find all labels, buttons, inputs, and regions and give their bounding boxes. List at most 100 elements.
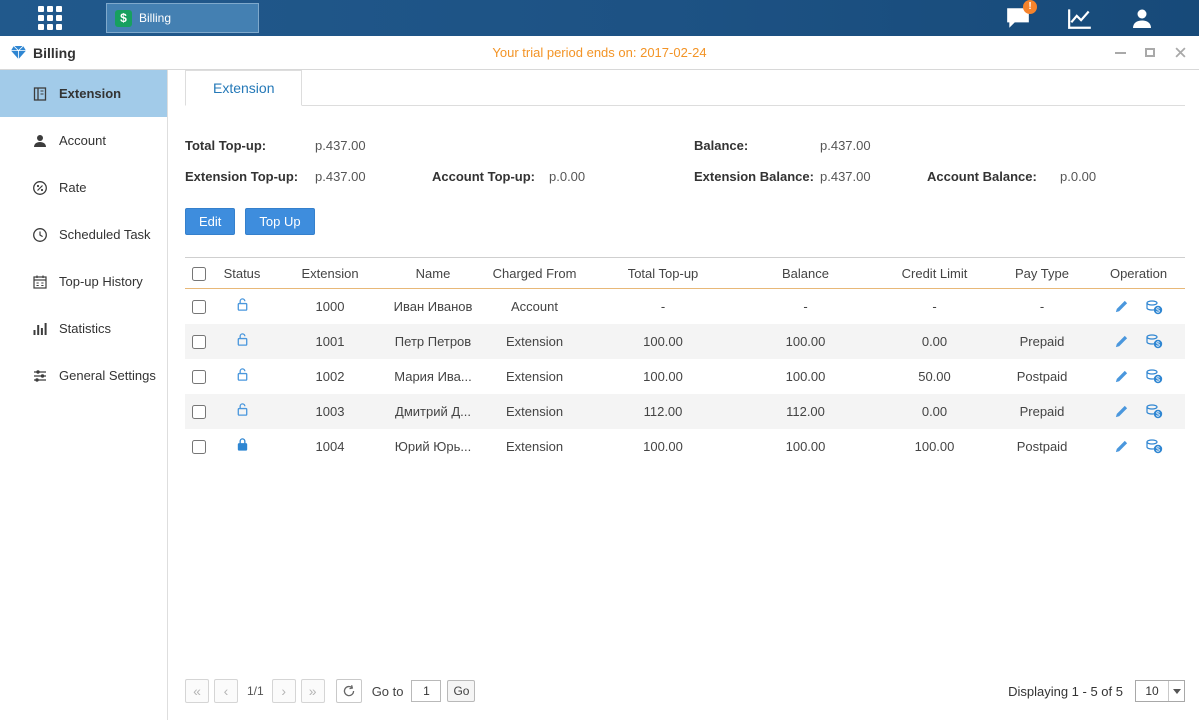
col-charged-from: Charged From [477, 258, 592, 289]
top-up-button[interactable]: Top Up [245, 208, 314, 235]
main-content: Extension Total Top-up: p.437.00 Balance… [168, 70, 1199, 720]
edit-row-icon[interactable] [1114, 404, 1129, 419]
taskbar-tab-label: Billing [139, 11, 171, 25]
cell-credit-limit: 0.00 [877, 324, 992, 359]
table-row: 1001 Петр Петров Extension 100.00 100.00… [185, 324, 1185, 359]
col-name: Name [389, 258, 477, 289]
first-page-button[interactable]: « [185, 679, 209, 703]
refresh-icon[interactable] [336, 679, 362, 703]
cell-credit-limit: 50.00 [877, 359, 992, 394]
maximize-icon[interactable] [1143, 46, 1157, 60]
balance-value: p.437.00 [820, 138, 871, 153]
sidebar-item-label: General Settings [59, 368, 156, 383]
extension-table: Status Extension Name Charged From Total… [185, 257, 1185, 464]
cell-charged-from: Extension [477, 429, 592, 464]
table-row: 1000 Иван Иванов Account - - - - $ [185, 289, 1185, 324]
balance-label: Balance: [694, 138, 820, 153]
taskbar: $ Billing ! [0, 0, 1199, 36]
sidebar-item-general-settings[interactable]: General Settings [0, 352, 167, 399]
cell-extension: 1001 [271, 324, 389, 359]
next-page-button[interactable]: › [272, 679, 296, 703]
select-all-checkbox[interactable] [192, 267, 206, 281]
unlocked-icon [235, 370, 250, 385]
taskbar-tab-billing[interactable]: $ Billing [106, 3, 259, 33]
svg-text:$: $ [1156, 412, 1160, 419]
notifications-chat-icon[interactable]: ! [1003, 5, 1033, 31]
prev-page-button[interactable]: ‹ [214, 679, 238, 703]
total-topup-value: p.437.00 [315, 138, 694, 153]
cell-total-topup: 100.00 [592, 359, 734, 394]
topup-row-icon[interactable]: $ [1145, 403, 1163, 419]
chevron-down-icon [1168, 681, 1184, 701]
topup-row-icon[interactable]: $ [1145, 438, 1163, 454]
row-checkbox[interactable] [192, 335, 206, 349]
summary-panel: Total Top-up: p.437.00 Balance: p.437.00… [185, 130, 1185, 192]
sidebar: Extension Account Rate Scheduled Task To… [0, 70, 168, 720]
account-balance-value: p.0.00 [1060, 169, 1096, 184]
col-operation: Operation [1092, 258, 1185, 289]
cell-credit-limit: - [877, 289, 992, 324]
topup-row-icon[interactable]: $ [1145, 368, 1163, 384]
sidebar-item-scheduled-task[interactable]: Scheduled Task [0, 211, 167, 258]
sliders-icon [32, 368, 48, 384]
cell-charged-from: Account [477, 289, 592, 324]
cell-name: Юрий Юрь... [389, 429, 477, 464]
page-indicator: 1/1 [247, 684, 264, 698]
topup-row-icon[interactable]: $ [1145, 333, 1163, 349]
edit-row-icon[interactable] [1114, 439, 1129, 454]
cell-charged-from: Extension [477, 324, 592, 359]
edit-button[interactable]: Edit [185, 208, 235, 235]
extension-book-icon [32, 86, 48, 102]
sidebar-item-label: Scheduled Task [59, 227, 151, 242]
cell-total-topup: 100.00 [592, 429, 734, 464]
unlocked-icon [235, 300, 250, 315]
account-balance-label: Account Balance: [927, 169, 1060, 184]
goto-label: Go to [372, 684, 404, 699]
last-page-button[interactable]: » [301, 679, 325, 703]
row-checkbox[interactable] [192, 300, 206, 314]
cell-pay-type: Postpaid [992, 359, 1092, 394]
window-title: Billing [33, 45, 76, 61]
edit-row-icon[interactable] [1114, 334, 1129, 349]
sidebar-item-account[interactable]: Account [0, 117, 167, 164]
statistics-chart-icon[interactable] [1065, 5, 1095, 31]
col-balance: Balance [734, 258, 877, 289]
extension-topup-value: p.437.00 [315, 169, 432, 184]
extension-topup-label: Extension Top-up: [185, 169, 315, 184]
billing-dollar-icon: $ [115, 10, 132, 27]
col-status: Status [213, 258, 271, 289]
row-checkbox[interactable] [192, 370, 206, 384]
unlocked-icon [235, 405, 250, 420]
sidebar-item-extension[interactable]: Extension [0, 70, 167, 117]
tab-extension[interactable]: Extension [185, 70, 302, 106]
rate-percent-icon [32, 180, 48, 196]
edit-row-icon[interactable] [1114, 299, 1129, 314]
close-icon[interactable] [1173, 46, 1187, 60]
edit-row-icon[interactable] [1114, 369, 1129, 384]
row-checkbox[interactable] [192, 405, 206, 419]
user-account-icon[interactable] [1127, 5, 1157, 31]
goto-page-input[interactable] [411, 680, 441, 702]
cell-name: Иван Иванов [389, 289, 477, 324]
locked-icon [235, 440, 250, 455]
cell-total-topup: - [592, 289, 734, 324]
billing-gem-icon [10, 45, 27, 60]
page-size-select[interactable]: 10 [1135, 680, 1185, 702]
svg-text:$: $ [1156, 447, 1160, 454]
row-checkbox[interactable] [192, 440, 206, 454]
apps-grid-icon[interactable] [38, 6, 62, 30]
cell-balance: 112.00 [734, 394, 877, 429]
window-titlebar: Billing Your trial period ends on: 2017-… [0, 36, 1199, 70]
extension-balance-value: p.437.00 [820, 169, 927, 184]
cell-credit-limit: 0.00 [877, 394, 992, 429]
go-button[interactable]: Go [447, 680, 475, 702]
cell-total-topup: 100.00 [592, 324, 734, 359]
sidebar-item-rate[interactable]: Rate [0, 164, 167, 211]
cell-name: Дмитрий Д... [389, 394, 477, 429]
minimize-icon[interactable] [1113, 46, 1127, 60]
sidebar-item-topup-history[interactable]: Top-up History [0, 258, 167, 305]
topup-row-icon[interactable]: $ [1145, 299, 1163, 315]
displaying-text: Displaying 1 - 5 of 5 [1008, 684, 1123, 699]
sidebar-item-statistics[interactable]: Statistics [0, 305, 167, 352]
cell-pay-type: - [992, 289, 1092, 324]
